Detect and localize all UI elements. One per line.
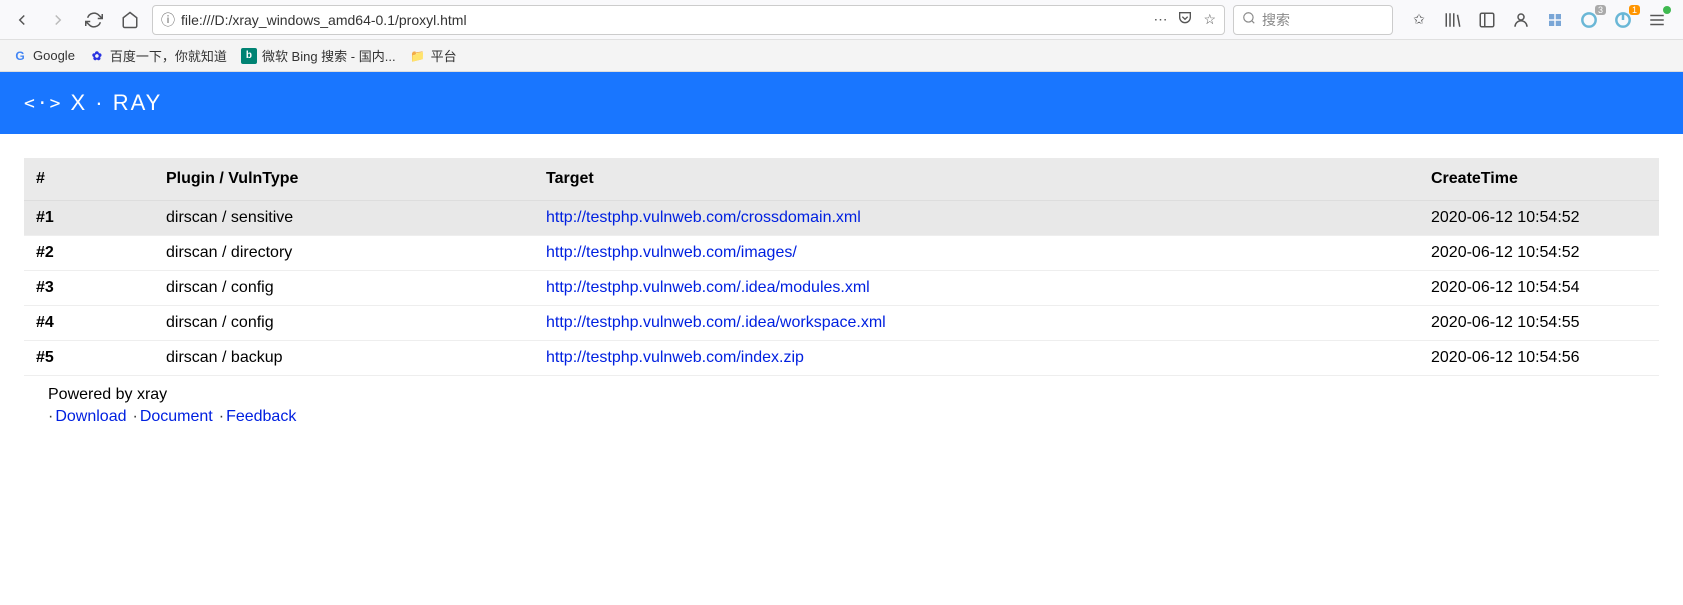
cell-plugin: dirscan / directory	[154, 236, 534, 271]
footer-link[interactable]: Feedback	[226, 408, 296, 425]
table-row[interactable]: #3dirscan / config http://testphp.vulnweb…	[24, 271, 1659, 306]
bookmark-icon: b	[241, 48, 257, 64]
cell-id: #5	[24, 341, 154, 376]
search-icon	[1242, 11, 1256, 28]
url-actions: ⋯ ☆	[1153, 10, 1216, 29]
dot-separator: ·	[219, 408, 224, 425]
target-link[interactable]: http://testphp.vulnweb.com/images/	[546, 244, 797, 261]
bookmark-label: 平台	[431, 46, 457, 65]
target-link[interactable]: http://testphp.vulnweb.com/crossdomain.x…	[546, 209, 861, 226]
bookmark-item[interactable]: G Google	[12, 48, 75, 64]
cell-id: #1	[24, 201, 154, 236]
table-row[interactable]: #4dirscan / config http://testphp.vulnweb…	[24, 306, 1659, 341]
bookmark-item[interactable]: 📁 平台	[410, 46, 457, 65]
cell-target: http://testphp.vulnweb.com/images/	[534, 236, 1419, 271]
url-text: file:///D:/xray_windows_amd64-0.1/proxyl…	[181, 12, 1147, 28]
forward-button[interactable]	[44, 6, 72, 34]
vuln-table: # Plugin / VulnType Target CreateTime #1…	[24, 158, 1659, 376]
bookmark-label: 百度一下，你就知道	[110, 46, 227, 65]
header-plugin: Plugin / VulnType	[154, 158, 534, 201]
bookmark-label: Google	[33, 48, 75, 63]
reload-button[interactable]	[80, 6, 108, 34]
cell-target: http://testphp.vulnweb.com/index.zip	[534, 341, 1419, 376]
back-button[interactable]	[8, 6, 36, 34]
cell-plugin: dirscan / config	[154, 271, 534, 306]
cell-id: #2	[24, 236, 154, 271]
dot-separator: ·	[132, 408, 137, 425]
content: # Plugin / VulnType Target CreateTime #1…	[0, 134, 1683, 460]
cell-time: 2020-06-12 10:54:55	[1419, 306, 1659, 341]
footer-links: ·Download·Document·Feedback	[48, 408, 1635, 426]
table-row[interactable]: #2dirscan / directory http://testphp.vuln…	[24, 236, 1659, 271]
bookmark-label: 微软 Bing 搜索 - 国内...	[262, 46, 396, 65]
bookmark-icon: G	[12, 48, 28, 64]
target-link[interactable]: http://testphp.vulnweb.com/index.zip	[546, 349, 804, 366]
menu-icon[interactable]	[1645, 8, 1669, 32]
star-icon[interactable]: ☆	[1203, 11, 1216, 28]
extension-3-badge: 1	[1629, 5, 1640, 15]
header-target: Target	[534, 158, 1419, 201]
home-button[interactable]	[116, 6, 144, 34]
cell-plugin: dirscan / config	[154, 306, 534, 341]
cell-time: 2020-06-12 10:54:52	[1419, 201, 1659, 236]
url-bar[interactable]: ⓘ file:///D:/xray_windows_amd64-0.1/prox…	[152, 5, 1225, 35]
extension-2-icon[interactable]: 3	[1577, 8, 1601, 32]
cell-target: http://testphp.vulnweb.com/crossdomain.x…	[534, 201, 1419, 236]
footer: Powered by xray ·Download·Document·Feedb…	[24, 376, 1659, 436]
cell-id: #3	[24, 271, 154, 306]
xray-logo: <·> X · RAY	[24, 90, 1659, 116]
table-row[interactable]: #1dirscan / sensitive http://testphp.vuln…	[24, 201, 1659, 236]
extension-2-badge: 3	[1595, 5, 1606, 15]
browser-toolbar: ⓘ file:///D:/xray_windows_amd64-0.1/prox…	[0, 0, 1683, 40]
bookmark-icon: ✿	[89, 48, 105, 64]
bookmarks-star-icon[interactable]: ✩	[1407, 8, 1431, 32]
cell-id: #4	[24, 306, 154, 341]
search-placeholder: 搜索	[1262, 10, 1290, 30]
logo-text: X · RAY	[71, 90, 163, 116]
account-icon[interactable]	[1509, 8, 1533, 32]
dot-separator: ·	[48, 408, 53, 425]
sidebar-icon[interactable]	[1475, 8, 1499, 32]
footer-link[interactable]: Document	[140, 408, 213, 425]
extension-3-icon[interactable]: 1	[1611, 8, 1635, 32]
target-link[interactable]: http://testphp.vulnweb.com/.idea/workspa…	[546, 314, 886, 331]
header-id: #	[24, 158, 154, 201]
cell-time: 2020-06-12 10:54:52	[1419, 236, 1659, 271]
cell-time: 2020-06-12 10:54:56	[1419, 341, 1659, 376]
bookmarks-bar: G Google ✿ 百度一下，你就知道 b 微软 Bing 搜索 - 国内... 📁 平台	[0, 40, 1683, 72]
cell-plugin: dirscan / backup	[154, 341, 534, 376]
cell-time: 2020-06-12 10:54:54	[1419, 271, 1659, 306]
page-header: <·> X · RAY	[0, 72, 1683, 134]
pocket-icon[interactable]	[1177, 10, 1193, 29]
page-actions-icon[interactable]: ⋯	[1153, 11, 1167, 28]
cell-target: http://testphp.vulnweb.com/.idea/modules…	[534, 271, 1419, 306]
cell-plugin: dirscan / sensitive	[154, 201, 534, 236]
bookmark-item[interactable]: b 微软 Bing 搜索 - 国内...	[241, 46, 396, 65]
table-header-row: # Plugin / VulnType Target CreateTime	[24, 158, 1659, 201]
footer-link[interactable]: Download	[55, 408, 126, 425]
library-icon[interactable]	[1441, 8, 1465, 32]
toolbar-icons: ✩ 3 1	[1401, 8, 1675, 32]
table-row[interactable]: #5dirscan / backup http://testphp.vulnweb…	[24, 341, 1659, 376]
search-box[interactable]: 搜索	[1233, 5, 1393, 35]
cell-target: http://testphp.vulnweb.com/.idea/workspa…	[534, 306, 1419, 341]
powered-by: Powered by xray	[48, 386, 1635, 404]
menu-update-dot	[1663, 6, 1671, 14]
target-link[interactable]: http://testphp.vulnweb.com/.idea/modules…	[546, 279, 870, 296]
extension-1-icon[interactable]	[1543, 8, 1567, 32]
info-icon[interactable]: ⓘ	[161, 10, 175, 30]
logo-icon: <·>	[24, 93, 63, 114]
header-time: CreateTime	[1419, 158, 1659, 201]
bookmark-icon: 📁	[410, 48, 426, 64]
bookmark-item[interactable]: ✿ 百度一下，你就知道	[89, 46, 227, 65]
